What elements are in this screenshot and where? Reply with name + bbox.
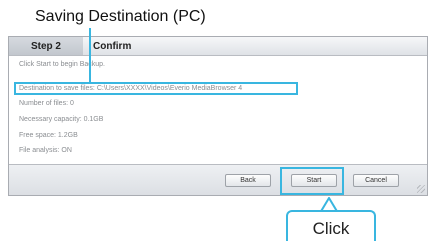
callout-title: Saving Destination (PC) [35, 8, 206, 25]
file-count-text: Number of files: 0 [19, 100, 74, 107]
instruction-text: Click Start to begin Backup. [19, 61, 105, 68]
tab-step-2[interactable]: Step 2 [9, 37, 83, 55]
file-analysis-text: File analysis: ON [19, 147, 72, 154]
destination-highlight-box [14, 82, 298, 95]
click-callout: Click [286, 210, 376, 241]
back-button[interactable]: Back [225, 174, 271, 187]
capacity-text: Necessary capacity: 0.1GB [19, 116, 104, 123]
cancel-button[interactable]: Cancel [353, 174, 399, 187]
tab-confirm[interactable]: Confirm [93, 37, 131, 55]
free-space-text: Free space: 1.2GB [19, 132, 78, 139]
start-button-highlight-box [280, 167, 344, 195]
backup-wizard-window: Step 2 Confirm Click Start to begin Back… [8, 36, 428, 196]
click-callout-label: Click [312, 219, 350, 238]
wizard-footer: Back Start Cancel [9, 164, 427, 195]
destination-leader-line [89, 28, 91, 82]
wizard-header: Step 2 Confirm [9, 37, 427, 56]
resize-grip[interactable] [417, 185, 425, 193]
